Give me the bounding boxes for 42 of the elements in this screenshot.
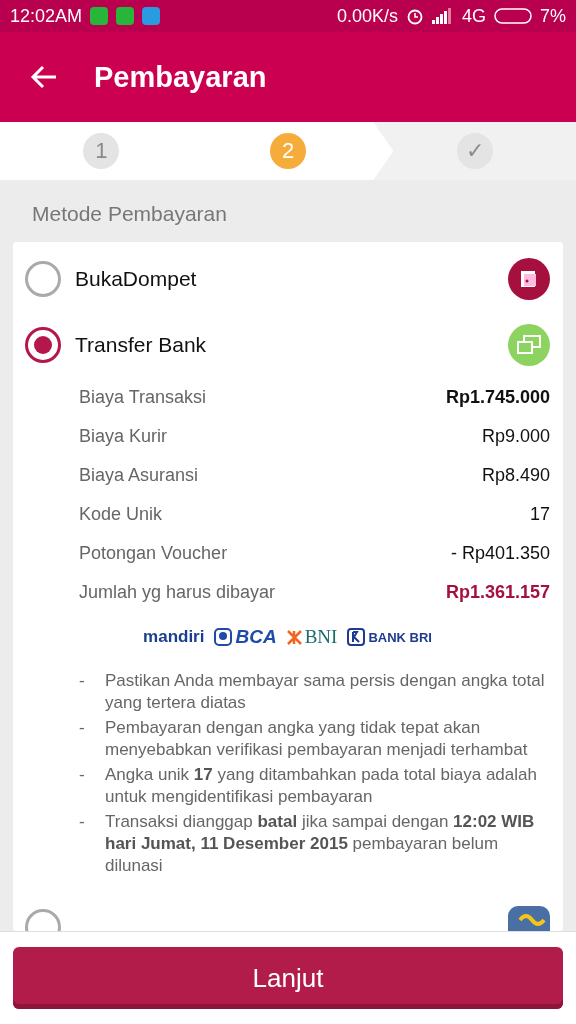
list-dash: - — [79, 811, 86, 833]
bank-logo: BNI — [286, 626, 338, 648]
step-indicator: ✓ — [456, 133, 493, 169]
continue-button[interactable]: Lanjut — [13, 947, 563, 1009]
fee-value: - Rp401.350 — [450, 543, 550, 564]
list-dash: - — [79, 764, 86, 786]
note-text: Pastikan Anda membayar sama persis dengan angka total yang tertera diatas — [105, 670, 546, 714]
money-transfer-icon — [516, 334, 542, 356]
clock: 12:02AM — [10, 5, 83, 27]
fee-value: Rp8.490 — [481, 465, 550, 486]
step-indicator: 2 — [270, 133, 306, 169]
fee-value: Rp9.000 — [481, 426, 550, 447]
note-text: Transaksi dianggap batal jika sampai dengan 12:02 WIB hari Jumat, 11 Desember 2015 pembayaran belum dilunasi — [105, 811, 536, 877]
fee-label: Biaya Asuransi — [79, 465, 199, 486]
fee-label: Jumlah yg harus dibayar — [79, 582, 276, 603]
page-title: Pembayaran — [94, 60, 267, 94]
network-speed: 0.00K/s — [336, 5, 398, 27]
app-icon — [142, 7, 161, 25]
method-label[interactable]: Transfer Bank — [75, 333, 494, 357]
bank-logo: mandiri — [143, 627, 205, 647]
fee-label: Kode Unik — [79, 504, 163, 525]
back-arrow-icon[interactable] — [30, 65, 58, 89]
radio-button[interactable] — [25, 261, 61, 297]
radio-button[interactable] — [25, 327, 61, 363]
step-indicator: 1 — [83, 133, 120, 169]
list-dash: - — [79, 717, 86, 739]
bank-logo: BCA — [214, 626, 277, 648]
fee-label: Potongan Voucher — [79, 543, 228, 564]
alarm-icon — [405, 7, 424, 25]
list-dash: - — [79, 670, 86, 692]
fee-label: Biaya Transaksi — [79, 387, 207, 408]
network-type: 4G — [461, 5, 486, 27]
bank-logo: BANK BRI — [347, 628, 432, 646]
fee-value: 17 — [529, 504, 550, 525]
fee-label: Biaya Kurir — [79, 426, 168, 447]
battery-percent: 7% — [540, 5, 566, 27]
fee-value: Rp1.745.000 — [445, 387, 550, 408]
section-title: Metode Pembayaran — [31, 201, 228, 227]
fee-value: Rp1.361.157 — [445, 582, 550, 603]
signal-icon — [431, 8, 454, 24]
method-label[interactable]: BukaDompet — [75, 267, 494, 291]
battery-icon — [494, 8, 532, 24]
